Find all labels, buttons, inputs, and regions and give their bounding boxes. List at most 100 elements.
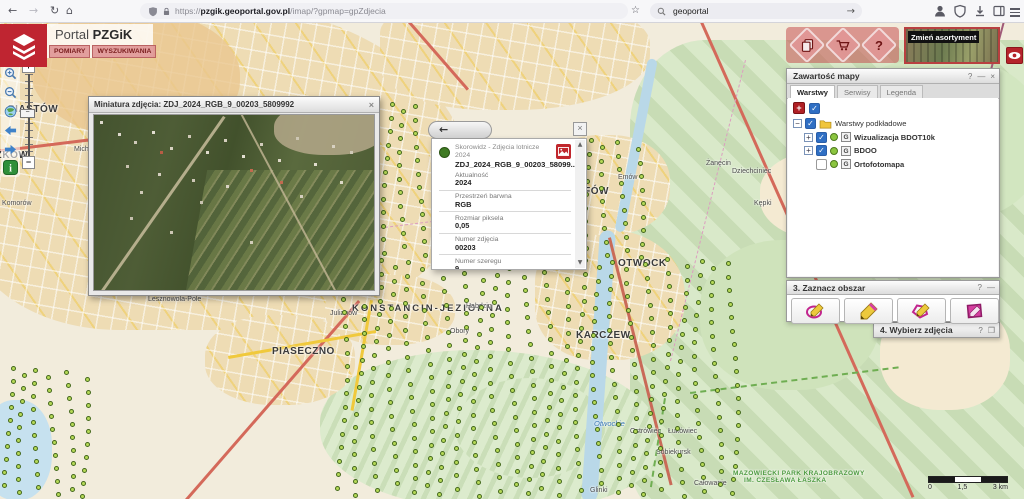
map-toolbar: i	[1, 63, 20, 177]
identify-info-icon[interactable]: i	[3, 160, 18, 175]
thumbnail-window-titlebar[interactable]: Miniatura zdjęcia: ZDJ_2024_RGB_9_00203_…	[89, 97, 379, 113]
browser-search-bar[interactable]: →	[650, 3, 862, 19]
tab-warstwy[interactable]: Warstwy	[790, 85, 835, 98]
select-area-titlebar[interactable]: 3. Zaznacz obszar ? —	[787, 281, 999, 295]
download-icon[interactable]	[973, 4, 987, 18]
select-photos-titlebar[interactable]: 4. Wybierz zdjęcia ? ❐	[874, 323, 999, 337]
layer-symbol-icon	[439, 147, 450, 158]
layer-tree-row[interactable]: +✓ GBDOO	[788, 144, 998, 158]
privacy-badge-icon[interactable]	[953, 4, 967, 18]
layer-checkbox[interactable]	[816, 159, 827, 170]
profile-icon[interactable]	[933, 4, 947, 18]
draw-polygon-icon	[911, 302, 933, 320]
layer-tree-row[interactable]: −✓ Warstwy podkładowe	[788, 117, 998, 131]
close-icon[interactable]: ×	[369, 100, 374, 110]
browser-forward-button[interactable]: →	[29, 3, 38, 19]
map-label: Żanęcin	[706, 160, 731, 167]
add-layer-button[interactable]: +	[793, 102, 805, 114]
eye-icon	[1008, 51, 1021, 60]
minimize-icon[interactable]: —	[977, 72, 985, 81]
layer-checkbox[interactable]: ✓	[805, 118, 816, 129]
photo-buildings	[100, 121, 103, 124]
layer-tree-row[interactable]: GOrtofotomapa	[788, 158, 998, 172]
tab-wyszukiwania[interactable]: WYSZUKIWANIA	[92, 45, 156, 58]
svg-text:i: i	[9, 164, 12, 175]
draw-edit-button[interactable]	[844, 298, 893, 324]
group-icon: G	[841, 146, 851, 156]
scroll-up-icon[interactable]: ▲	[575, 140, 585, 150]
photo-details-panel: Skorowidz - Zdjęcia lotnicze 2024 ZDJ_20…	[431, 138, 587, 270]
copy-icon	[796, 34, 818, 56]
geoportal-app: PRUSZKÓWPIASTÓWKomorówMichałowiceKONSTAN…	[0, 0, 1024, 499]
layer-label[interactable]: Wizualizacja BDOT10k	[854, 133, 935, 142]
detail-field: Numer zdjęcia00203	[439, 234, 571, 256]
close-icon[interactable]: ×	[990, 72, 995, 81]
show-photo-button[interactable]	[556, 144, 571, 159]
expander-icon[interactable]: −	[793, 119, 802, 128]
select-photos-panel: 4. Wybierz zdjęcia ? ❐	[873, 322, 1000, 338]
layer-checkbox[interactable]: ✓	[816, 132, 827, 143]
layer-checkbox[interactable]: ✓	[816, 145, 827, 156]
layer-label[interactable]: Ortofotomapa	[854, 160, 904, 169]
tab-serwisy[interactable]: Serwisy	[837, 85, 878, 98]
lock-icon[interactable]	[162, 6, 171, 17]
search-input[interactable]	[671, 5, 815, 17]
draw-rectangle-button[interactable]	[950, 298, 999, 324]
all-layers-checkbox[interactable]: ✓	[809, 103, 820, 114]
help-icon[interactable]: ?	[978, 326, 982, 335]
detail-field: Rozmiar piksela0,05	[439, 212, 571, 234]
results-back-button[interactable]: ←	[428, 121, 492, 139]
map-scalebar: 0 1,5 3 km	[928, 476, 1008, 491]
select-photos-title: 4. Wybierz zdjęcia	[880, 325, 953, 335]
sidebar-icon[interactable]	[992, 4, 1006, 18]
results-close-button[interactable]: ×	[573, 122, 587, 136]
layer-label[interactable]: Warstwy podkładowe	[835, 119, 906, 128]
group-icon: G	[841, 159, 851, 169]
next-view-icon[interactable]	[4, 143, 17, 156]
zoom-out-tool-icon[interactable]	[4, 86, 17, 99]
scalebar-bar	[928, 476, 1008, 483]
browser-back-button[interactable]: ←	[8, 3, 17, 19]
tab-pomiary[interactable]: POMIARY	[49, 45, 90, 58]
cart-button[interactable]	[825, 27, 862, 64]
map-contents-panel: Zawartość mapy ? — × Warstwy Serwisy Leg…	[786, 68, 1000, 278]
help-icon[interactable]: ?	[968, 72, 972, 81]
detail-scrollbar[interactable]: ▲ ▼	[575, 140, 585, 268]
zoom-in-tool-icon[interactable]	[4, 67, 17, 80]
pzgik-logo[interactable]	[0, 24, 47, 67]
restore-icon[interactable]: ❐	[988, 326, 995, 335]
expander-icon[interactable]: +	[804, 133, 813, 142]
zoom-slider-handle[interactable]: −	[20, 109, 35, 118]
scroll-down-icon[interactable]: ▼	[575, 258, 585, 268]
previous-view-icon[interactable]	[4, 124, 17, 137]
tab-legenda[interactable]: Legenda	[880, 85, 924, 98]
map-label: Sobiekursk	[656, 449, 691, 456]
change-assortment-button[interactable]: Zmień asortyment	[904, 27, 1000, 64]
layer-label[interactable]: BDOO	[854, 146, 877, 155]
draw-circle-button[interactable]	[791, 298, 840, 324]
menu-icon[interactable]	[1010, 6, 1024, 20]
visibility-eye-button[interactable]	[1006, 47, 1023, 64]
zoom-slider-minus-button[interactable]: −	[22, 156, 35, 169]
browser-home-button[interactable]: ⌂	[66, 3, 73, 19]
tracking-shield-icon[interactable]	[148, 6, 158, 17]
minimize-icon[interactable]: —	[987, 283, 995, 292]
map-contents-titlebar[interactable]: Zawartość mapy ? — ×	[787, 69, 999, 84]
copy-button[interactable]	[789, 27, 826, 64]
photo-pale-patch	[274, 114, 375, 155]
bookmark-star-icon[interactable]: ☆	[631, 3, 640, 19]
map-label: KARCZEW	[576, 330, 631, 341]
map-contents-title: Zawartość mapy	[793, 71, 860, 81]
browser-reload-button[interactable]: ↻	[50, 3, 59, 19]
layer-tree-row[interactable]: +✓GWizualizacja BDOT10k	[788, 131, 998, 145]
url-bar[interactable]: https://pzgik.geoportal.gov.pl/imap/?gpm…	[140, 3, 628, 19]
draw-polygon-button[interactable]	[897, 298, 946, 324]
expander-icon[interactable]: +	[804, 146, 813, 155]
help-button[interactable]: ?	[861, 27, 898, 64]
full-extent-globe-icon[interactable]	[4, 105, 17, 118]
map-label: Dziechciniec	[732, 168, 771, 175]
thumbnail-window-title: Miniatura zdjęcia: ZDJ_2024_RGB_9_00203_…	[94, 100, 294, 109]
go-arrow-icon[interactable]: →	[847, 6, 855, 17]
map-label: Lesznowola-Pole	[148, 296, 201, 303]
help-icon[interactable]: ?	[978, 283, 982, 292]
